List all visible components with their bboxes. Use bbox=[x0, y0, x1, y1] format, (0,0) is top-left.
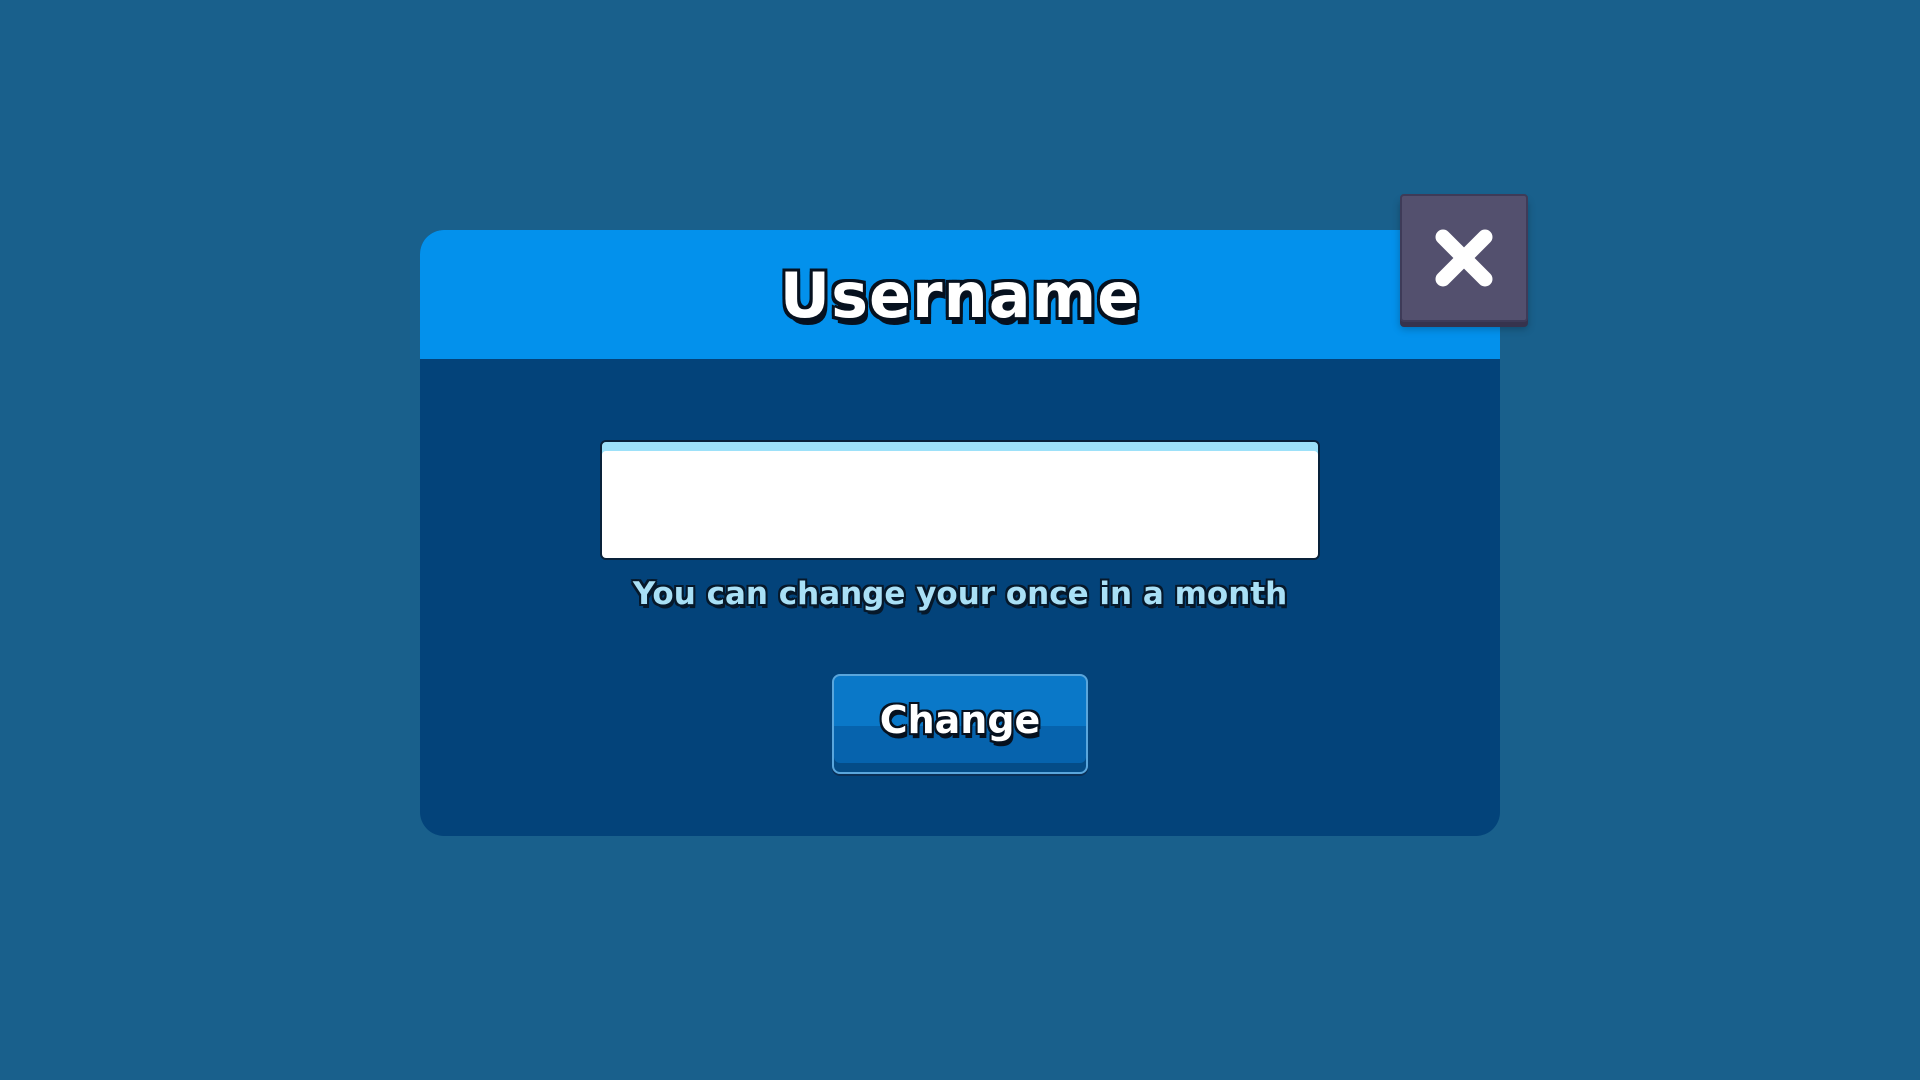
close-button[interactable] bbox=[1400, 194, 1528, 322]
game-screen: Username You can change your once in a m… bbox=[0, 0, 1920, 1080]
username-dialog: Username You can change your once in a m… bbox=[420, 230, 1500, 836]
change-button[interactable]: Change bbox=[832, 674, 1088, 774]
username-hint: You can change your once in a month bbox=[632, 576, 1288, 612]
username-input[interactable] bbox=[600, 440, 1320, 560]
change-button-label: Change bbox=[879, 698, 1041, 742]
close-icon bbox=[1435, 229, 1493, 287]
dialog-header: Username bbox=[420, 230, 1500, 359]
dialog-title: Username bbox=[779, 259, 1141, 332]
